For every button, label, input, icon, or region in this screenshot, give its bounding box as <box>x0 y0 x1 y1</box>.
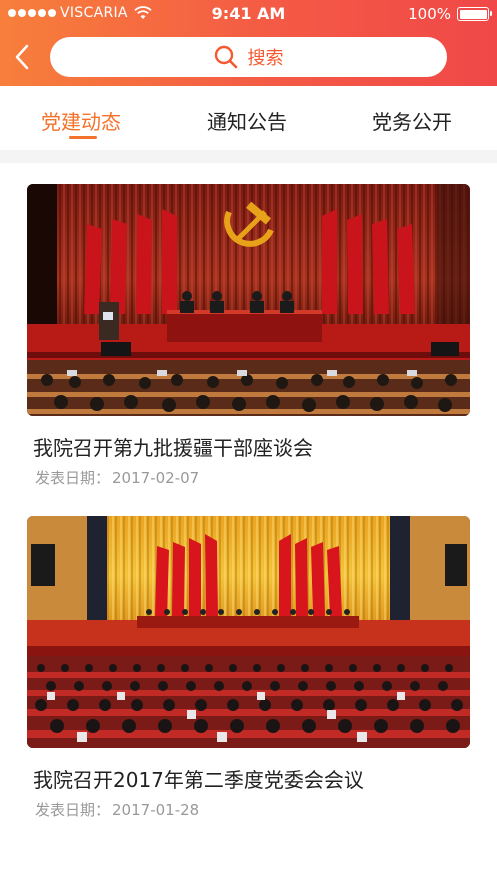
section-divider <box>0 150 497 163</box>
article-image <box>27 516 470 748</box>
battery-icon <box>457 7 492 21</box>
article-date: 发表日期： 2017-02-07 <box>33 467 199 488</box>
tab-party-affairs[interactable]: 党务公开 <box>372 106 452 135</box>
article-card[interactable] <box>27 516 470 748</box>
article-title[interactable]: 我院召开第九批援疆干部座谈会 <box>33 432 313 461</box>
tab-notices[interactable]: 通知公告 <box>207 106 287 135</box>
chevron-left-icon <box>15 44 29 70</box>
status-bar: VISCARIA 9:41 AM 100% <box>0 0 497 28</box>
article-date: 发表日期： 2017-01-28 <box>33 799 199 820</box>
battery-percentage: 100% <box>408 5 451 23</box>
date-value: 2017-01-28 <box>112 801 200 819</box>
search-placeholder: 搜索 <box>247 48 284 69</box>
date-label: 发表日期： <box>35 469 111 487</box>
tab-party-news[interactable]: 党建动态 <box>41 106 121 135</box>
search-icon <box>214 45 237 69</box>
date-value: 2017-02-07 <box>112 469 200 487</box>
category-tabs: 党建动态 通知公告 党务公开 <box>0 86 497 150</box>
article-title[interactable]: 我院召开2017年第二季度党委会会议 <box>33 764 364 793</box>
active-tab-indicator <box>69 136 97 139</box>
article-image <box>27 184 470 416</box>
battery-status: 100% <box>408 5 492 23</box>
article-card[interactable] <box>27 184 470 416</box>
date-label: 发表日期： <box>35 801 111 819</box>
app-header: VISCARIA 9:41 AM 100% 搜索 <box>0 0 497 86</box>
back-button[interactable] <box>10 40 34 74</box>
search-input[interactable]: 搜索 <box>50 37 447 77</box>
